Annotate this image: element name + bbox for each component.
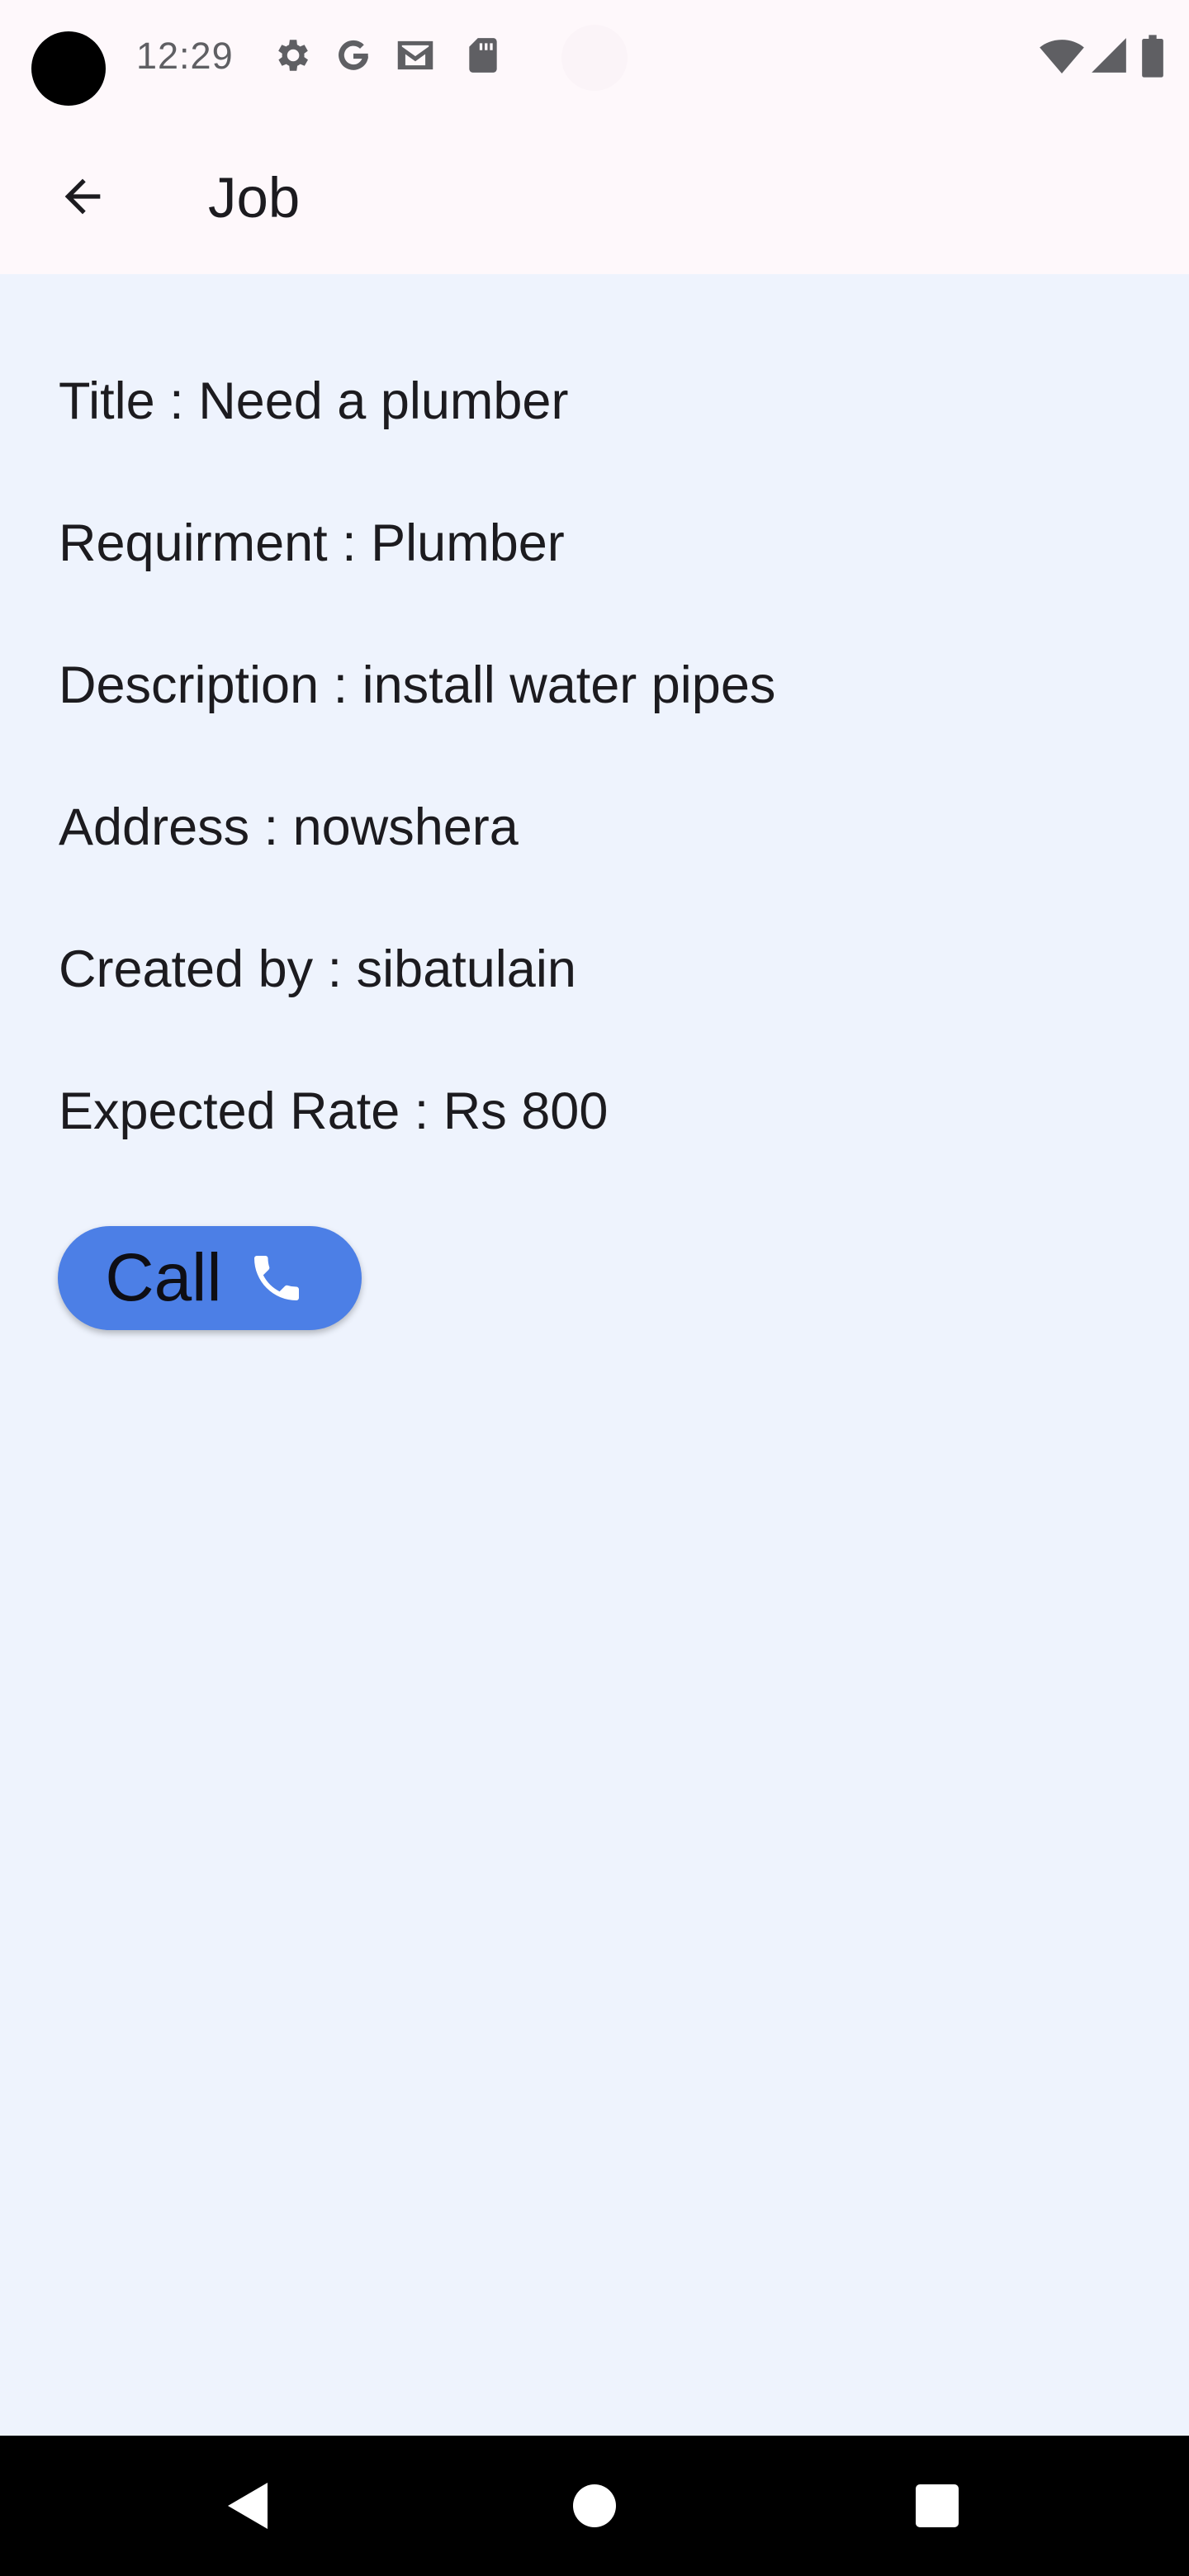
back-triangle-icon	[228, 2483, 268, 2529]
phone-icon	[247, 1248, 306, 1308]
nav-home-button[interactable]	[553, 2465, 636, 2547]
job-address-text: Address : nowshera	[59, 798, 519, 856]
decorative-dot	[561, 25, 628, 91]
camera-cutout	[31, 31, 106, 106]
page-title: Job	[208, 166, 301, 230]
google-icon	[333, 35, 374, 76]
nav-recents-button[interactable]	[896, 2465, 978, 2547]
job-rate-text: Expected Rate : Rs 800	[59, 1082, 609, 1140]
sd-card-icon	[462, 35, 504, 76]
app-bar: Job	[0, 132, 1189, 274]
settings-icon	[271, 35, 312, 76]
status-bar: 12:29	[0, 0, 1189, 132]
nav-back-button[interactable]	[206, 2465, 289, 2547]
job-created-by-text: Created by : sibatulain	[59, 940, 576, 998]
gmail-icon	[395, 35, 436, 76]
job-title-text: Title : Need a plumber	[59, 372, 569, 430]
job-details: Title : Need a plumber Requirment : Plum…	[0, 274, 1189, 2436]
cell-signal-icon	[1088, 33, 1130, 78]
status-time: 12:29	[136, 35, 234, 77]
recents-square-icon	[916, 2484, 959, 2527]
call-button[interactable]: Call	[58, 1226, 362, 1330]
back-button[interactable]	[41, 155, 124, 238]
job-requirement-text: Requirment : Plumber	[59, 514, 565, 572]
job-description-text: Description : install water pipes	[59, 656, 776, 714]
navigation-bar	[0, 2436, 1189, 2576]
battery-icon	[1138, 33, 1168, 79]
wifi-icon	[1039, 33, 1085, 79]
home-circle-icon	[573, 2484, 616, 2527]
call-button-label: Call	[105, 1240, 222, 1315]
arrow-back-icon	[64, 178, 101, 215]
